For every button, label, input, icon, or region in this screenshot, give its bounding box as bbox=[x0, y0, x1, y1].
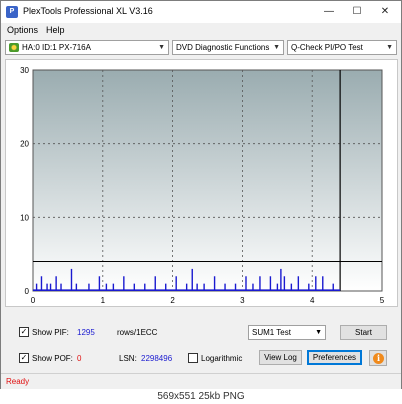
title-bar: P PlexTools Professional XL V3.16 — ☐ ✕ bbox=[1, 1, 401, 23]
pi-bar bbox=[40, 276, 43, 291]
show-pif-checkbox[interactable]: ✓ bbox=[19, 327, 29, 337]
menu-bar: Options Help bbox=[1, 23, 401, 37]
chevron-down-icon: ▼ bbox=[273, 44, 280, 51]
pif-value: 1295 bbox=[77, 328, 95, 337]
pi-bar bbox=[98, 276, 101, 291]
pi-bar bbox=[154, 276, 156, 291]
drive-select-value: HA:0 ID:1 PX-716A bbox=[22, 43, 91, 52]
show-pof-label: Show POF: bbox=[32, 354, 73, 363]
status-bar: Ready bbox=[1, 373, 401, 389]
pi-bar bbox=[123, 276, 125, 291]
logarithmic-label: Logarithmic bbox=[201, 354, 243, 363]
pi-bar bbox=[175, 276, 177, 291]
info-button[interactable]: i bbox=[369, 350, 387, 366]
maximize-button[interactable]: ☐ bbox=[343, 1, 371, 23]
status-text: Ready bbox=[6, 377, 30, 386]
logarithmic-checkbox[interactable] bbox=[188, 353, 198, 363]
minimize-button[interactable]: — bbox=[315, 1, 343, 23]
chevron-down-icon: ▼ bbox=[158, 44, 165, 51]
pipo-chart: 0 1 2 3 4 5 0 10 20 30 bbox=[20, 66, 385, 305]
lsn-value: 2298496 bbox=[141, 354, 173, 363]
start-button[interactable]: Start bbox=[340, 325, 387, 340]
sum-test-select[interactable]: SUM1 Test ▼ bbox=[248, 325, 326, 340]
plot-background bbox=[32, 69, 383, 292]
test-select-value: Q-Check PI/PO Test bbox=[291, 43, 363, 52]
lsn-label: LSN: bbox=[119, 354, 137, 363]
app-window: P PlexTools Professional XL V3.16 — ☐ ✕ … bbox=[0, 0, 402, 389]
x-tick-label: 4 bbox=[310, 296, 315, 305]
x-tick-label: 0 bbox=[31, 296, 36, 305]
pi-bar bbox=[259, 276, 261, 291]
sum-test-value: SUM1 Test bbox=[252, 328, 291, 337]
pi-bar bbox=[213, 276, 216, 291]
chevron-down-icon: ▼ bbox=[386, 44, 393, 51]
test-select[interactable]: Q-Check PI/PO Test ▼ bbox=[287, 40, 397, 55]
close-button[interactable]: ✕ bbox=[371, 1, 399, 23]
y-tick-label: 20 bbox=[20, 140, 29, 149]
x-tick-label: 3 bbox=[240, 296, 245, 305]
plextools-app-icon: P bbox=[6, 6, 18, 18]
function-select[interactable]: DVD Diagnostic Functions ▼ bbox=[172, 40, 284, 55]
show-pif-label: Show PIF: bbox=[32, 328, 69, 337]
pi-bar bbox=[70, 268, 73, 291]
x-tick-label: 1 bbox=[101, 296, 106, 305]
pi-bar bbox=[269, 276, 272, 291]
x-tick-label: 5 bbox=[380, 296, 385, 305]
view-log-button[interactable]: View Log bbox=[259, 350, 302, 365]
chart-frame: 0 1 2 3 4 5 0 10 20 30 bbox=[5, 59, 398, 307]
pi-bar bbox=[280, 268, 282, 291]
pi-bar bbox=[322, 276, 324, 291]
pif-unit: rows/1ECC bbox=[117, 328, 158, 337]
function-select-value: DVD Diagnostic Functions bbox=[176, 43, 270, 52]
x-tick-label: 2 bbox=[170, 296, 175, 305]
menu-help[interactable]: Help bbox=[46, 25, 65, 35]
chevron-down-icon: ▼ bbox=[315, 329, 322, 336]
image-caption: 569x551 25kb PNG bbox=[0, 389, 402, 404]
pi-bar bbox=[55, 276, 57, 291]
pi-bar bbox=[297, 276, 300, 291]
drive-select[interactable]: HA:0 ID:1 PX-716A ▼ bbox=[5, 40, 169, 55]
info-icon: i bbox=[373, 353, 384, 364]
y-tick-label: 0 bbox=[25, 287, 30, 296]
pi-bar bbox=[315, 276, 317, 291]
y-tick-label: 30 bbox=[20, 66, 29, 75]
y-tick-label: 10 bbox=[20, 213, 29, 222]
pi-bar bbox=[283, 276, 286, 291]
window-title: PlexTools Professional XL V3.16 bbox=[23, 6, 153, 16]
preferences-button[interactable]: Preferences bbox=[307, 350, 362, 365]
pi-bar bbox=[245, 276, 247, 291]
drive-icon bbox=[9, 43, 19, 52]
menu-options[interactable]: Options bbox=[7, 25, 38, 35]
show-pof-checkbox[interactable]: ✓ bbox=[19, 353, 29, 363]
pof-value: 0 bbox=[77, 354, 82, 363]
pi-bar bbox=[191, 268, 193, 291]
